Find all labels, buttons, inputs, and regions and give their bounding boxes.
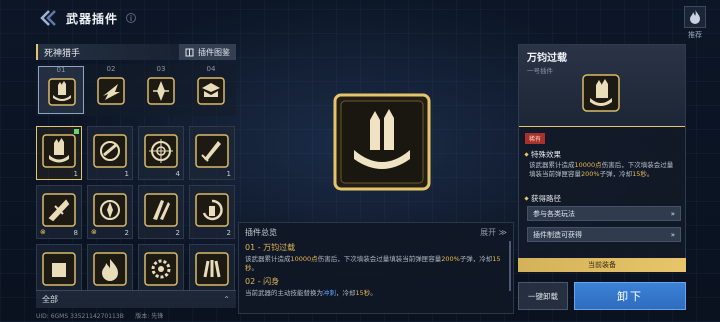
summary-title: 插件总览 [245, 228, 277, 237]
summary-item-desc: 该武器累计造成10000点伤害后，下次填装会过量填装当前弹匣容量200%子弹，冷… [245, 255, 501, 272]
diamond-icon [524, 152, 529, 157]
compass-plugin-icon [93, 193, 127, 227]
diamond-icon [524, 196, 529, 201]
set-name: 死神猎手 [44, 48, 81, 59]
detail-title: 万钧过载 [527, 53, 567, 64]
lock-icon: ⊗ [40, 228, 46, 236]
filter-label: 全部 [42, 295, 58, 304]
plugin-cell[interactable]: ⊗ 8 [36, 185, 82, 239]
plugin-inventory-panel: 死神猎手 插件图鉴 01 02 03 04 1 1 4 1 ⊗ 8 ⊗ 2 2 … [36, 44, 236, 314]
plugin-cell[interactable]: 2 [138, 185, 184, 239]
plugin-count: 8 [73, 229, 78, 237]
back-button[interactable] [38, 8, 58, 28]
detail-header: 万钧过载 一号插件 [519, 45, 685, 127]
slot-number: 01 [56, 66, 66, 74]
ammo-ring-plugin-icon [93, 134, 127, 168]
page-title: 武器插件 [66, 11, 119, 26]
slot-number: 04 [206, 65, 216, 73]
lock-icon: ⊗ [91, 228, 97, 236]
back-arrow-icon [40, 10, 56, 26]
plugin-detail-panel: 万钧过载 一号插件 稀有 特殊效果 该武器累计造成10000点伤害后，下次填装会… [518, 44, 686, 272]
expand-button[interactable]: 展开 ≫ [480, 227, 507, 238]
fire-plugin-icon [93, 252, 127, 286]
route-item[interactable]: 参与各类玩法 » [527, 206, 681, 221]
plugin-cell[interactable]: 1 [87, 126, 133, 180]
summary-header: 插件总览 展开 ≫ [245, 227, 507, 238]
featured-plugin-icon [333, 93, 431, 191]
plugin-count: 1 [73, 170, 78, 178]
equipped-slot[interactable]: 04 [188, 65, 234, 114]
gear-plugin-icon [144, 252, 178, 286]
plugin-summary-panel: 插件总览 展开 ≫ 01 - 万钧过载 该武器累计造成10000点伤害后，下次填… [238, 222, 514, 314]
fist-plugin-icon [42, 252, 76, 286]
missile-plugin-icon [195, 134, 229, 168]
spike-plugin-icon [147, 77, 175, 105]
plugin-cell[interactable]: 1 [36, 126, 82, 180]
equipped-slot[interactable]: 03 [138, 65, 184, 114]
plugin-count: 1 [124, 170, 129, 178]
equipped-slot[interactable]: 01 [38, 66, 84, 114]
plugin-count: 2 [124, 229, 129, 237]
plugin-cell[interactable]: 2 [189, 185, 235, 239]
plugin-count: 1 [226, 170, 231, 178]
summary-item-title: 02 - 闪身 [245, 276, 280, 286]
slot-number: 03 [156, 65, 166, 73]
summary-item-title: 01 - 万钧过载 [245, 243, 296, 252]
atlas-label: 插件图鉴 [198, 47, 230, 57]
equipped-slot[interactable]: 02 [88, 65, 134, 114]
plugin-count: 4 [175, 170, 180, 178]
double-chevron-right-icon: » [670, 209, 675, 218]
summary-scrollbar[interactable] [509, 241, 511, 291]
bullet-plugin-icon [42, 134, 76, 168]
effect-text: 该武器累计造成10000点伤害后，下次填装会过量填装当前弹匣容量200%子弹，冷… [529, 161, 674, 179]
footer-info: UID: 6GMS 3352114270113B 版本: 先锋 [36, 311, 163, 320]
route-heading: 获得路径 [524, 193, 561, 204]
book-icon [185, 48, 194, 56]
summary-item-desc: 当前武器的主动技能替换为冲刺，冷却15秒。 [245, 288, 377, 297]
shield-plugin-icon [197, 77, 225, 105]
rifle-plugin-icon [42, 193, 76, 227]
route-label: 插件制造可获得 [533, 230, 582, 239]
route-label: 参与各类玩法 [533, 209, 575, 218]
unload-button[interactable]: 卸下 [574, 282, 686, 310]
swirl-plugin-icon [195, 193, 229, 227]
plugin-count: 2 [175, 229, 180, 237]
blade-plugin-icon [144, 193, 178, 227]
equipped-slots: 01 02 03 04 [36, 64, 236, 116]
detail-plugin-icon [582, 74, 620, 112]
effect-heading: 特殊效果 [524, 149, 561, 160]
plugin-cell[interactable]: ⊗ 2 [87, 185, 133, 239]
plugin-count: 2 [226, 229, 231, 237]
crosshair-plugin-icon [144, 134, 178, 168]
header: 武器插件 i [38, 8, 137, 28]
chevron-up-icon: ⌃ [223, 295, 230, 304]
dash-plugin-icon [97, 77, 125, 105]
bullet-plugin-icon [48, 78, 76, 106]
uid-text: UID: 6GMS 3352114270113B [36, 313, 124, 320]
atlas-button[interactable]: 插件图鉴 [179, 44, 236, 60]
recommend-label: 推荐 [688, 31, 702, 39]
edition-text: 版本: 先锋 [135, 313, 164, 320]
plugin-cell[interactable]: 4 [138, 126, 184, 180]
rarity-badge: 稀有 [525, 133, 546, 144]
route-item[interactable]: 插件制造可获得 » [527, 227, 681, 242]
filter-dropdown[interactable]: 全部 ⌃ [36, 290, 236, 308]
plugin-grid: 1 1 4 1 ⊗ 8 ⊗ 2 2 2 [36, 126, 236, 298]
new-badge [74, 129, 79, 134]
plugin-cell[interactable]: 1 [189, 126, 235, 180]
slot-number: 02 [106, 65, 116, 73]
set-bar: 死神猎手 插件图鉴 [36, 44, 236, 60]
double-chevron-right-icon: » [670, 230, 675, 239]
unequip-all-button[interactable]: 一键卸载 [518, 282, 568, 310]
info-icon[interactable]: i [126, 13, 137, 23]
equipped-status: 当前装备 [518, 258, 686, 272]
flame-icon [684, 6, 706, 28]
recommend-button[interactable]: 推荐 [682, 6, 708, 40]
expand-label: 展开 [480, 228, 497, 237]
claw-plugin-icon [195, 252, 229, 286]
